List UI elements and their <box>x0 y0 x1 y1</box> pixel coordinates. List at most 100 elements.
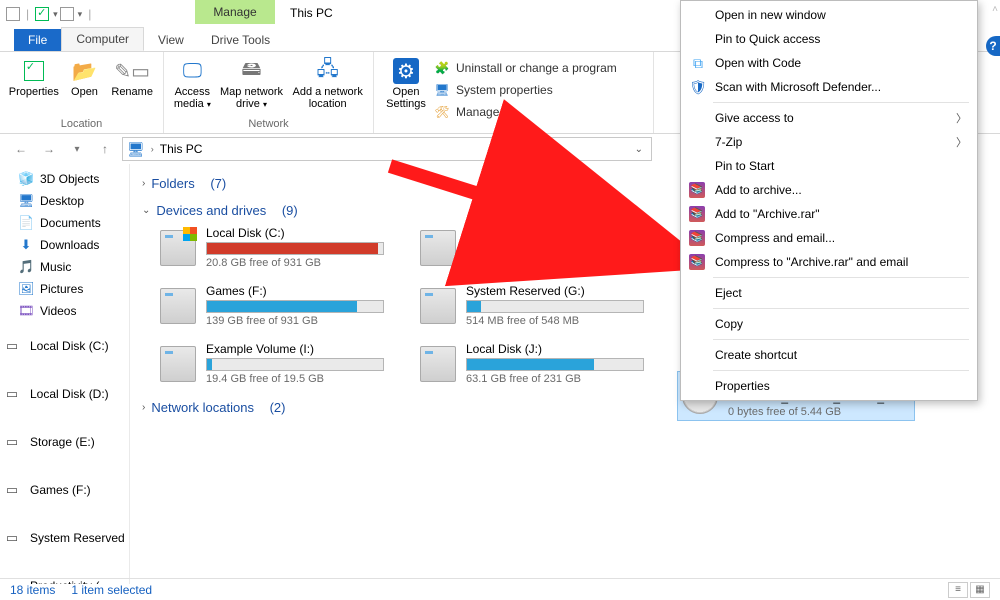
ribbon-add-netloc-button[interactable]: 🖧 Add a network location <box>288 56 367 110</box>
sidebar-item-icon: 🖼 <box>18 281 34 297</box>
drive-tile[interactable]: Local Disk (C:) 20.8 GB free of 931 GB <box>156 224 388 272</box>
sidebar-item[interactable]: 🎞Videos <box>0 300 129 322</box>
ribbon-properties-button[interactable]: Properties <box>6 56 62 98</box>
context-item[interactable]: 🛡Scan with Microsoft Defender... <box>683 75 975 99</box>
sidebar-item[interactable]: ▭Local Disk (D:) <box>0 370 130 418</box>
sidebar-item-label: Documents <box>40 216 101 230</box>
sidebar-item[interactable]: ▭Storage (E:) <box>0 418 130 466</box>
sidebar-item[interactable]: ⬇Downloads <box>0 234 129 256</box>
qat-app-icon[interactable] <box>6 7 20 21</box>
drive-tile[interactable]: System Reserved (G:) 514 MB free of 548 … <box>416 282 648 330</box>
address-bar[interactable]: 🖥 › This PC ⌄ <box>122 137 652 161</box>
qat-properties-icon[interactable] <box>35 7 49 21</box>
status-selected: 1 item selected <box>71 583 152 597</box>
sidebar-item[interactable]: 🖥 Desktop <box>0 190 129 212</box>
context-item[interactable]: Create shortcut <box>683 343 975 367</box>
qat-newfolder-icon[interactable] <box>60 7 74 21</box>
context-separator <box>713 370 969 371</box>
tab-drive-tools[interactable]: Drive Tools <box>197 29 284 51</box>
sidebar-item-icon: ▭ <box>4 482 20 498</box>
tab-computer[interactable]: Computer <box>61 27 144 51</box>
context-item[interactable]: ⧉Open with Code <box>683 51 975 75</box>
ribbon-map-drive-button[interactable]: 🖴 Map network drive ▾ <box>217 56 287 110</box>
ribbon-manage-button[interactable]: 🛠Manage <box>434 102 617 122</box>
nav-back-icon[interactable]: ← <box>10 138 32 160</box>
ribbon-rename-button[interactable]: ✎▭ Rename <box>107 56 157 98</box>
sidebar-item[interactable]: ▭Local Disk (C:) <box>0 322 130 370</box>
sidebar-item-label: Local Disk (D:) <box>30 387 109 401</box>
sidebar-item[interactable]: ▭System Reserved <box>0 514 130 562</box>
sidebar-item[interactable]: 🖼Pictures <box>0 278 129 300</box>
drive-free-text: 63.1 GB free of 231 GB <box>466 373 644 385</box>
context-item[interactable]: Pin to Start <box>683 154 975 178</box>
sidebar-item-icon: 🎵 <box>18 259 34 275</box>
drive-title: Local Disk (C:) <box>206 226 384 240</box>
drive-title: Local Disk (D:) <box>466 226 644 240</box>
submenu-arrow-icon: 〉 <box>956 110 967 126</box>
context-item[interactable]: 📚Compress and email... <box>683 226 975 250</box>
context-item[interactable]: Properties <box>683 374 975 398</box>
drive-tile[interactable]: Example Volume (I:) 19.4 GB free of 19.5… <box>156 340 388 388</box>
drive-tile[interactable]: Local Disk (D:) 511 MB free of 511 MB <box>416 224 648 272</box>
context-separator <box>713 102 969 103</box>
context-separator <box>713 339 969 340</box>
context-item-label: Compress to "Archive.rar" and email <box>715 255 908 269</box>
window-title: This PC <box>290 6 333 20</box>
nav-forward-icon[interactable]: → <box>38 138 60 160</box>
drive-icon <box>420 288 456 324</box>
context-menu: Open in new windowPin to Quick access⧉Op… <box>680 0 978 401</box>
ribbon-group-network: Network <box>170 117 367 131</box>
breadcrumb-root[interactable]: This PC <box>160 142 203 156</box>
sidebar-item-label: System Reserved <box>30 531 125 545</box>
tab-view[interactable]: View <box>144 29 198 51</box>
context-item[interactable]: Open in new window <box>683 3 975 27</box>
drive-tile[interactable]: Local Disk (J:) 63.1 GB free of 231 GB <box>416 340 648 388</box>
context-item[interactable]: 📚Add to "Archive.rar" <box>683 202 975 226</box>
sidebar-item[interactable]: 📄Documents <box>0 212 129 234</box>
submenu-arrow-icon: 〉 <box>956 134 967 150</box>
help-icon[interactable]: ? <box>986 36 1000 56</box>
context-item[interactable]: 📚Compress to "Archive.rar" and email <box>683 250 975 274</box>
context-item-label: Properties <box>715 379 770 393</box>
view-icons-icon[interactable]: ▦ <box>970 582 990 598</box>
sidebar-item-label: 3D Objects <box>40 172 99 186</box>
ribbon-uninstall-button[interactable]: 🧩Uninstall or change a program <box>434 58 617 78</box>
context-item-label: Create shortcut <box>715 348 797 362</box>
sidebar-item[interactable]: ▭Games (F:) <box>0 466 130 514</box>
drive-icon <box>160 346 196 382</box>
ribbon-open-button[interactable]: 📂 Open <box>64 56 106 98</box>
ribbon-open-settings-button[interactable]: ⚙ Open Settings <box>380 56 432 110</box>
nav-sidebar: ˄ 🧊3D Objects🖥Desktop📄Documents⬇Download… <box>0 164 130 584</box>
view-details-icon[interactable]: ≡ <box>948 582 968 598</box>
sidebar-item-label: Videos <box>40 304 76 318</box>
drive-tile[interactable]: Games (F:) 139 GB free of 931 GB <box>156 282 388 330</box>
context-item-label: Add to archive... <box>715 183 802 197</box>
drive-free-text: 20.8 GB free of 931 GB <box>206 257 384 269</box>
sidebar-item-label: Desktop <box>40 194 84 208</box>
context-item[interactable]: 📚Add to archive... <box>683 178 975 202</box>
nav-history-icon[interactable]: ▾ <box>66 138 88 160</box>
drive-free-text: 139 GB free of 931 GB <box>206 315 384 327</box>
nav-up-icon[interactable]: ↑ <box>94 138 116 160</box>
sidebar-item[interactable]: 🎵Music <box>0 256 129 278</box>
drive-usage-bar <box>466 300 644 313</box>
address-dropdown-icon[interactable]: ⌄ <box>635 144 647 155</box>
manage-context-tab[interactable]: Manage <box>195 0 275 24</box>
thispc-icon: 🖥 <box>127 141 145 158</box>
drive-usage-bar <box>206 300 384 313</box>
ribbon-access-media-button[interactable]: 🖵 Access media ▾ <box>170 56 215 110</box>
context-item[interactable]: Eject <box>683 281 975 305</box>
ribbon-sysprops-button[interactable]: 🖥System properties <box>434 80 617 100</box>
sidebar-item-icon: 🖥 <box>18 193 34 209</box>
context-item[interactable]: Pin to Quick access <box>683 27 975 51</box>
context-item[interactable]: 7-Zip〉 <box>683 130 975 154</box>
status-item-count: 18 items <box>10 583 55 597</box>
context-item[interactable]: Give access to〉 <box>683 106 975 130</box>
drive-title: Local Disk (J:) <box>466 342 644 356</box>
ribbon-group-system: System <box>380 122 647 136</box>
sidebar-item-icon: ▭ <box>4 434 20 450</box>
context-item[interactable]: Copy <box>683 312 975 336</box>
sidebar-item[interactable]: 🧊3D Objects <box>0 168 129 190</box>
tab-file[interactable]: File <box>14 29 61 51</box>
status-bar: 18 items 1 item selected ≡ ▦ <box>0 578 1000 600</box>
